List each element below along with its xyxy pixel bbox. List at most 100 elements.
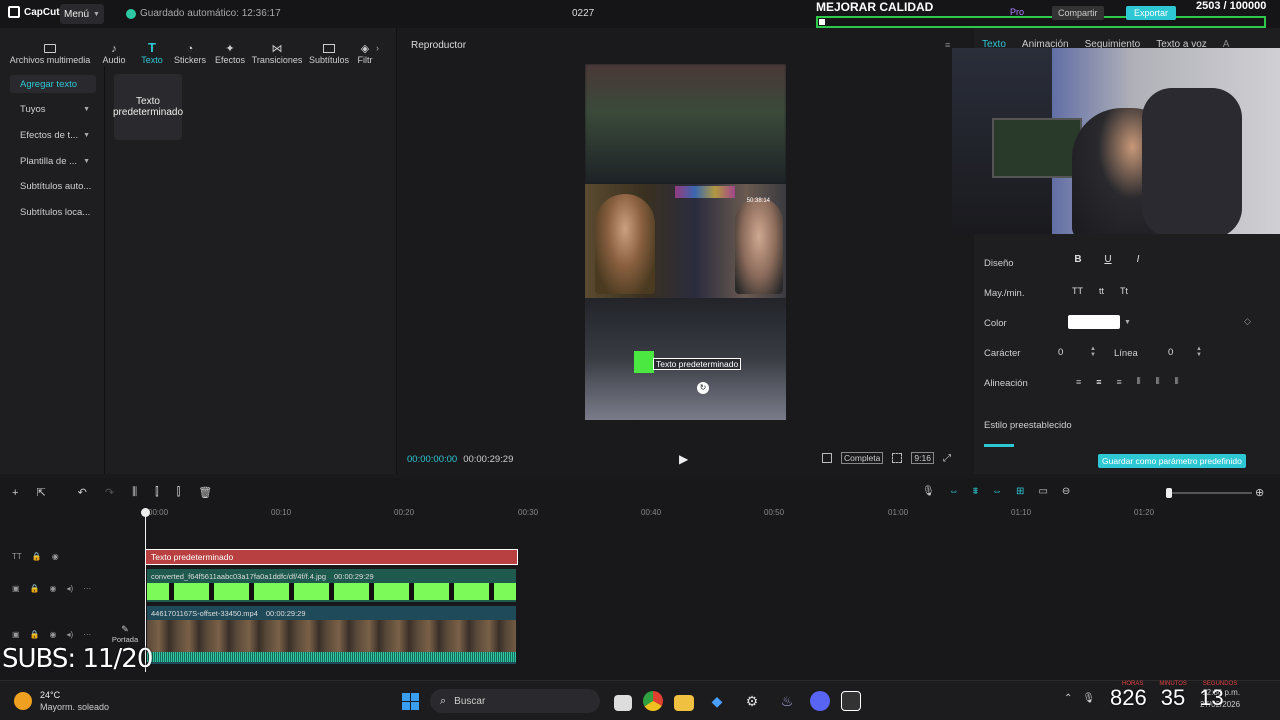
- align-left-icon[interactable]: ≡: [1076, 377, 1081, 387]
- steam-icon[interactable]: ♨: [775, 689, 799, 713]
- chevron-up-icon[interactable]: ⌃: [1064, 693, 1072, 704]
- zoom-in-icon[interactable]: ⊕: [1255, 486, 1264, 499]
- stepper-arrows-icon[interactable]: ▲ ▼: [1196, 346, 1202, 358]
- color-picker[interactable]: ▼: [1068, 315, 1131, 329]
- caption-icon[interactable]: ▭: [1038, 486, 1047, 497]
- align-bottom-icon[interactable]: ⦀: [1175, 376, 1179, 387]
- image-clip[interactable]: converted_f64f5611aabc03a17fa0a1ddfc/df/…: [147, 569, 516, 602]
- redo-icon[interactable]: ↷: [105, 486, 114, 499]
- select-tool-icon[interactable]: ⇱: [36, 486, 45, 499]
- eye-icon[interactable]: ◉: [52, 552, 59, 561]
- stepper-arrows-icon[interactable]: ▲ ▼: [1090, 346, 1096, 358]
- char-spacing-stepper[interactable]: 0 ▲ ▼: [1058, 346, 1096, 358]
- preview-axis-icon[interactable]: ⊞: [1016, 486, 1024, 497]
- mic-tray-icon[interactable]: 🎙: [1082, 693, 1095, 704]
- zoom-out-icon[interactable]: ⊖: [1062, 486, 1070, 497]
- settings-app-icon[interactable]: ⚙: [740, 689, 764, 713]
- screenshot-icon[interactable]: [892, 453, 903, 463]
- bold-button[interactable]: B: [1070, 254, 1086, 265]
- line-spacing-stepper[interactable]: 0 ▲ ▼: [1168, 346, 1202, 358]
- microphone-icon[interactable]: 🎙: [922, 486, 935, 497]
- share-button[interactable]: Compartir: [1052, 6, 1104, 20]
- video-canvas[interactable]: 50:38:14 Texto predeterminado ↻: [585, 64, 786, 420]
- undo-icon[interactable]: ↶: [78, 486, 87, 499]
- rotate-handle-icon[interactable]: ↻: [697, 382, 709, 394]
- fullscreen-icon[interactable]: ⤢: [943, 453, 951, 464]
- tabs-scroll-right-icon[interactable]: ›: [376, 43, 388, 53]
- more-icon[interactable]: ···: [83, 584, 91, 593]
- start-button[interactable]: [398, 689, 422, 713]
- align-center-icon[interactable]: ≡: [1096, 377, 1101, 387]
- split-right-icon[interactable]: ⫿: [177, 486, 181, 499]
- chrome-icon[interactable]: [643, 691, 663, 711]
- text-clip[interactable]: Texto predeterminado: [145, 549, 518, 565]
- autosave-status: Guardado automático: 12:36:17: [126, 8, 281, 19]
- keyframe-icon[interactable]: ◇: [1244, 316, 1251, 327]
- link-main-icon[interactable]: ⇔: [949, 486, 959, 497]
- add-track-icon[interactable]: +: [12, 487, 18, 499]
- tab-transitions[interactable]: ⋈ Transiciones: [250, 31, 304, 65]
- sidebar-item-auto-captions[interactable]: Subtítulos auto...: [10, 177, 96, 195]
- app-icon[interactable]: ◆: [705, 689, 729, 713]
- uppercase-button[interactable]: TT: [1072, 286, 1083, 296]
- tab-audio[interactable]: ♪ Audio: [94, 31, 134, 65]
- sidebar-item-yours[interactable]: Tuyos ▼: [10, 100, 96, 118]
- weather-widget[interactable]: 24°C Mayorm. soleado: [14, 689, 109, 713]
- text-overlay[interactable]: Texto predeterminado: [653, 358, 742, 370]
- color-swatch: [1068, 315, 1120, 329]
- export-button[interactable]: Exportar: [1126, 6, 1177, 20]
- zoom-slider-handle[interactable]: [1166, 488, 1172, 498]
- fit-dropdown[interactable]: Completa: [841, 452, 884, 464]
- top-bar: CapCut Menú ▼ Guardado automático: 12:36…: [0, 0, 1280, 28]
- align-middle-icon[interactable]: ⦀: [1156, 376, 1160, 387]
- progress-fill: [819, 19, 825, 25]
- magnet-icon[interactable]: ⩩: [973, 486, 978, 497]
- sidebar-item-text-effects[interactable]: Efectos de t... ▼: [10, 126, 96, 144]
- lock-icon[interactable]: 🔒: [30, 584, 40, 593]
- discord-icon[interactable]: [810, 691, 830, 711]
- tab-stickers[interactable]: ◔ Stickers: [170, 31, 210, 65]
- pro-button[interactable]: Pro: [1010, 7, 1024, 17]
- underline-button[interactable]: U: [1100, 254, 1116, 265]
- tab-subtitles[interactable]: Subtítulos: [304, 31, 354, 65]
- align-top-icon[interactable]: ⦀: [1137, 376, 1141, 387]
- ratio-dropdown[interactable]: 9:16: [911, 452, 934, 464]
- taskbar-search[interactable]: ⌕ Buscar: [430, 689, 600, 713]
- split-left-icon[interactable]: ⫿: [155, 486, 159, 499]
- italic-button[interactable]: I: [1130, 254, 1146, 265]
- sidebar-item-add-text[interactable]: Agregar texto: [10, 75, 96, 93]
- menu-button[interactable]: Menú ▼: [60, 4, 104, 24]
- save-preset-button[interactable]: Guardar como parámetro predefinido: [1098, 454, 1246, 468]
- capcut-taskbar-icon[interactable]: [841, 691, 861, 711]
- lowercase-button[interactable]: tt: [1099, 286, 1104, 296]
- task-view-icon[interactable]: [614, 695, 632, 711]
- volume-icon[interactable]: ◂): [67, 584, 74, 593]
- eye-icon[interactable]: ◉: [50, 584, 57, 593]
- image-track-icon: ▣: [12, 584, 20, 593]
- titlecase-button[interactable]: Tt: [1120, 286, 1128, 296]
- play-icon[interactable]: ▶: [679, 452, 688, 466]
- split-icon[interactable]: ⫼: [132, 486, 137, 499]
- lock-icon[interactable]: 🔒: [32, 552, 42, 561]
- more-icon[interactable]: ···: [83, 630, 91, 639]
- sidebar-item-local-captions[interactable]: Subtítulos loca...: [10, 203, 96, 221]
- align-right-icon[interactable]: ≡: [1117, 377, 1122, 387]
- video-clip[interactable]: 4461701167S-offset-33450.mp4 00:00:29:29: [147, 606, 516, 664]
- volume-icon[interactable]: ◂): [67, 630, 74, 639]
- link-icon[interactable]: ⇔: [992, 486, 1002, 497]
- delete-icon[interactable]: 🗑: [198, 486, 212, 499]
- zoom-slider[interactable]: [1166, 488, 1252, 498]
- tab-media[interactable]: Archivos multimedia: [6, 31, 94, 65]
- tab-filters[interactable]: ◈ Filtr: [354, 31, 376, 65]
- tab-text[interactable]: T Texto: [134, 31, 170, 65]
- timeline-ruler[interactable]: 00:00 00:10 00:20 00:30 00:40 00:50 01:0…: [146, 508, 1280, 522]
- tab-effects[interactable]: ✦ Efectos: [210, 31, 250, 65]
- eye-icon[interactable]: ◉: [50, 630, 57, 639]
- file-explorer-icon[interactable]: [674, 695, 694, 711]
- tick-label: 01:10: [1011, 508, 1032, 517]
- lock-icon[interactable]: 🔒: [30, 630, 40, 639]
- player-menu-icon[interactable]: ≡: [945, 40, 950, 50]
- default-text-card[interactable]: Texto predeterminado: [113, 74, 183, 140]
- adjust-icon[interactable]: [822, 453, 832, 463]
- sidebar-item-templates[interactable]: Plantilla de ... ▼: [10, 152, 96, 170]
